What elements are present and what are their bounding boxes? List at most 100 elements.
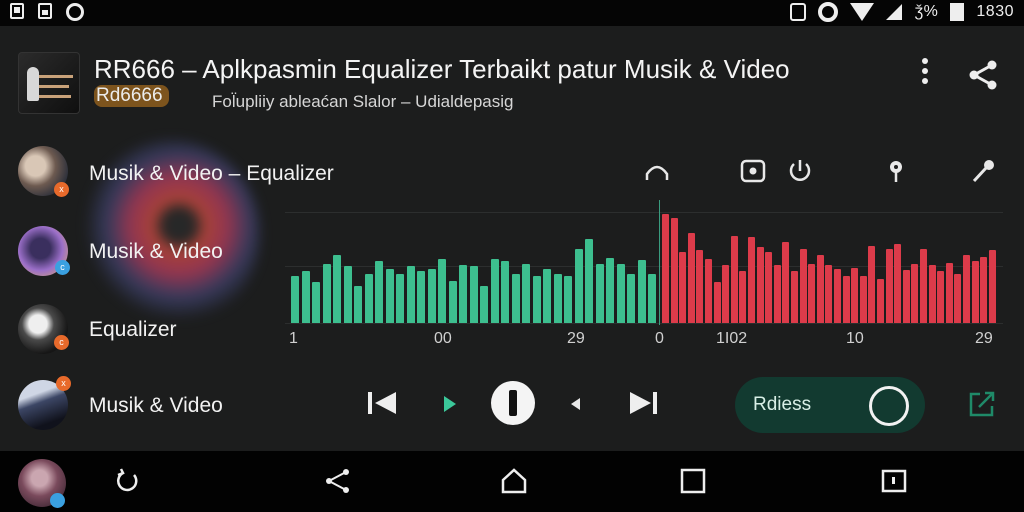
eq-bar-green	[553, 274, 562, 323]
eq-bar-green	[522, 264, 530, 323]
eq-bar-red	[868, 246, 876, 323]
eq-bar-green	[448, 281, 457, 323]
eq-bar-red	[679, 252, 687, 323]
eq-bar-red	[920, 249, 927, 323]
list-item[interactable]: c Musik & Video	[0, 220, 260, 280]
toggle-label: Rdiess	[753, 394, 812, 415]
eq-bar-green	[438, 259, 446, 323]
eq-bar-green	[606, 258, 614, 323]
eq-bar-green	[574, 249, 583, 323]
skip-next-icon[interactable]	[627, 385, 661, 421]
status-bar: ǯ% 1830	[0, 0, 1024, 26]
eq-bar-green	[406, 266, 415, 323]
badge	[50, 493, 65, 508]
photo-icon	[38, 3, 52, 19]
eq-bar-green	[301, 271, 310, 323]
eq-bar-green	[648, 274, 656, 323]
sync-icon	[66, 3, 84, 21]
eq-bar-green	[333, 255, 341, 323]
record-icon[interactable]	[740, 158, 766, 184]
eq-bar-red	[902, 270, 910, 323]
recents-icon[interactable]	[679, 467, 707, 495]
eq-bar-red	[980, 257, 988, 323]
pause-icon[interactable]	[491, 381, 535, 425]
eq-bar-green	[564, 276, 572, 323]
share-icon[interactable]	[966, 58, 1000, 92]
eq-bar-green	[417, 271, 425, 323]
signal-icon	[886, 4, 903, 20]
more-vert-icon[interactable]	[920, 58, 930, 88]
wifi-icon	[850, 3, 875, 21]
list-item-label: Musik & Video	[89, 240, 223, 263]
eq-bar-red	[885, 249, 893, 323]
eq-bar-red	[842, 276, 850, 323]
eq-bar-red	[765, 252, 773, 323]
eq-bar-red	[945, 263, 953, 323]
eq-bar-red	[713, 282, 721, 323]
eq-bar-red	[971, 261, 979, 323]
eq-bar-red	[705, 259, 712, 323]
eq-bar-red	[816, 255, 824, 323]
eq-bar-red	[773, 265, 781, 323]
power-icon[interactable]	[787, 158, 813, 184]
eq-bar-green	[427, 269, 436, 323]
eq-bar-red	[687, 233, 695, 323]
eq-bar-red	[730, 236, 738, 323]
eq-bar-green	[459, 265, 467, 323]
refresh-icon[interactable]	[114, 467, 142, 495]
external-link-icon[interactable]	[967, 389, 997, 419]
scale-label: 0	[655, 330, 664, 347]
eq-bar-red	[851, 268, 859, 323]
navigation-bar	[0, 451, 1024, 512]
eq-bar-green	[396, 274, 404, 323]
eq-bar-green	[501, 261, 509, 323]
pin-icon[interactable]	[883, 158, 909, 184]
eq-bar-green	[490, 259, 499, 323]
equalizer[interactable]	[285, 200, 1003, 325]
back-small-icon[interactable]	[571, 398, 580, 410]
toggle-knob[interactable]	[869, 386, 909, 426]
eq-bar-green	[511, 274, 520, 323]
eq-bar-red	[722, 265, 730, 323]
clock: 1830	[976, 3, 1014, 20]
microphone-icon[interactable]	[970, 158, 996, 184]
list-item[interactable]: c Equalizer	[0, 298, 260, 358]
headphones-icon[interactable]	[644, 158, 670, 184]
signal-text: ǯ%	[914, 3, 939, 20]
album-art[interactable]	[18, 52, 80, 114]
battery-icon	[950, 3, 965, 21]
list-item[interactable]: x Musik & Video	[0, 374, 260, 434]
eq-bar-red	[782, 242, 790, 323]
page-title: RR666 – Aplkpasmin Equalizer Terbaikt pa…	[94, 54, 790, 84]
eq-bar-red	[799, 249, 807, 323]
eq-bar-green	[469, 266, 478, 323]
home-icon[interactable]	[500, 467, 528, 495]
eq-bar-green	[385, 269, 394, 323]
page-subtitle: Fol̈upliiy ableaćan Slalor – Udialdepasi…	[212, 92, 514, 111]
eq-bar-red	[988, 250, 996, 323]
eq-bar-green	[532, 276, 541, 323]
eq-bar-red	[928, 265, 936, 323]
eq-bar-green	[364, 274, 373, 323]
eq-bar-green	[291, 276, 299, 323]
eq-bar-red	[748, 237, 755, 323]
alarm-icon	[790, 3, 807, 21]
eq-bar-red	[670, 218, 678, 323]
list-item-label: Musik & Video – Equalizer	[89, 162, 334, 185]
process-toggle[interactable]: Rdiess	[735, 377, 925, 433]
badge: c	[55, 260, 70, 275]
list-item-label: Musik & Video	[89, 394, 223, 417]
square-dot-icon[interactable]	[880, 467, 908, 495]
play-icon[interactable]	[444, 396, 456, 412]
track-code: Rd6666	[94, 85, 169, 107]
list-item[interactable]: x Musik & Video – Equalizer	[0, 140, 334, 200]
share-icon[interactable]	[324, 467, 352, 495]
eq-bar-green	[637, 260, 646, 323]
eq-bar-red	[877, 279, 884, 323]
scale-label: 29	[567, 330, 585, 347]
equalizer-bars[interactable]	[285, 200, 1003, 323]
eq-bar-red	[808, 264, 816, 323]
eq-bar-red	[791, 271, 798, 323]
badge: c	[54, 335, 69, 350]
skip-previous-icon[interactable]	[366, 385, 400, 421]
